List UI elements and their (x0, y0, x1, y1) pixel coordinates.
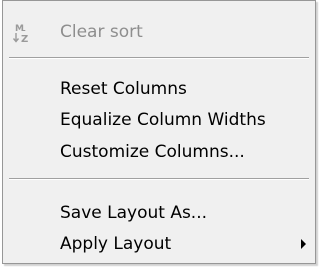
equalize-column-widths-menu-item[interactable]: Equalize Column Widths (4, 104, 314, 136)
sort-clear-icon: M Z L (12, 24, 28, 43)
equalize-column-widths-label: Equalize Column Widths (60, 110, 266, 130)
menu-separator (9, 57, 309, 59)
svg-text:Z: Z (21, 34, 28, 43)
clear-sort-menu-item[interactable]: M Z L Clear sort (4, 16, 314, 48)
save-layout-as-label: Save Layout As... (60, 203, 208, 223)
customize-columns-label: Customize Columns... (60, 142, 245, 162)
reset-columns-menu-item[interactable]: Reset Columns (4, 73, 314, 105)
submenu-arrow-icon (301, 239, 306, 249)
column-context-menu: M Z L Clear sort Reset Columns Equalize … (2, 0, 316, 264)
clear-sort-label: Clear sort (60, 22, 143, 42)
apply-layout-menu-item[interactable]: Apply Layout (4, 228, 314, 260)
customize-columns-menu-item[interactable]: Customize Columns... (4, 136, 314, 168)
svg-text:L: L (21, 25, 26, 33)
reset-columns-label: Reset Columns (60, 79, 187, 99)
apply-layout-label: Apply Layout (60, 234, 172, 254)
save-layout-as-menu-item[interactable]: Save Layout As... (4, 197, 314, 229)
menu-separator (9, 178, 309, 180)
